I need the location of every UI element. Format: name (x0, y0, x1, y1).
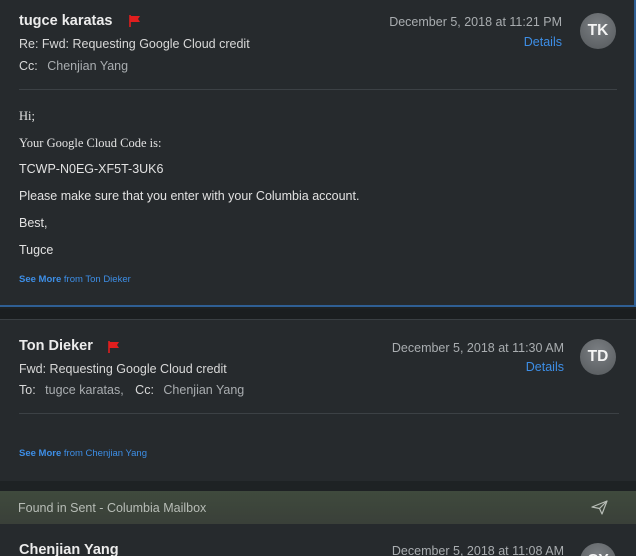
details-link[interactable]: Details (524, 35, 562, 49)
mail-thread-view: tugce karatas December 5, 2018 at 11:21 … (0, 0, 636, 556)
see-more-link[interactable]: See More from Chenjian Yang (19, 448, 147, 459)
found-in-label: Found in Sent - Columbia Mailbox (18, 500, 207, 515)
message-date: December 5, 2018 at 11:08 AM (391, 544, 564, 556)
body-line: Please make sure that you enter with you… (19, 189, 360, 203)
message-subject: Fwd: Requesting Google Cloud credit (19, 362, 227, 376)
body-line: Your Google Cloud Code is: (19, 136, 162, 150)
cc-label: Cc: (135, 383, 154, 397)
to-label: To: (19, 383, 36, 397)
to-recipient[interactable]: tugce karatas, (45, 383, 124, 397)
body-closing: Best, (19, 216, 48, 230)
send-icon (591, 500, 608, 515)
google-cloud-code: TCWP-N0EG-XF5T-3UK6 (19, 162, 164, 176)
message-card[interactable]: Ton Dieker December 5, 2018 at 11:30 AM … (0, 319, 636, 481)
message-card[interactable]: Chenjian Yang December 5, 2018 at 11:08 … (0, 524, 636, 556)
details-link[interactable]: Details (526, 360, 564, 374)
found-in-mailbox-bar: Found in Sent - Columbia Mailbox (0, 491, 636, 524)
flag-icon[interactable] (129, 15, 141, 27)
see-more-link[interactable]: See More from Ton Dieker (19, 274, 131, 285)
cc-recipient[interactable]: Chenjian Yang (47, 59, 128, 73)
cc-label: Cc: (19, 59, 38, 73)
message-card[interactable]: tugce karatas December 5, 2018 at 11:21 … (0, 0, 636, 307)
recipients-line: To: tugce karatas, Cc: Chenjian Yang (19, 383, 244, 397)
flag-icon[interactable] (108, 341, 120, 353)
see-more-label[interactable]: See More (19, 448, 61, 459)
avatar: TK (580, 13, 616, 49)
message-subject: Re: Fwd: Requesting Google Cloud credit (19, 37, 250, 51)
message-gap (0, 309, 636, 319)
body-greeting: Hi; (19, 109, 35, 123)
avatar: TD (580, 339, 616, 375)
cc-line: Cc: Chenjian Yang (19, 59, 128, 73)
body-signature: Tugce (19, 243, 54, 257)
cc-recipient[interactable]: Chenjian Yang (163, 383, 244, 397)
message-date: December 5, 2018 at 11:30 AM (391, 341, 564, 355)
sender-name: Chenjian Yang (19, 542, 119, 556)
avatar: CY (580, 543, 616, 556)
see-more-source[interactable]: from Ton Dieker (64, 274, 131, 285)
header-divider (19, 413, 619, 414)
message-date: December 5, 2018 at 11:21 PM (389, 15, 562, 29)
see-more-label[interactable]: See More (19, 274, 61, 285)
sender-name: Ton Dieker (19, 338, 93, 354)
see-more-source[interactable]: from Chenjian Yang (64, 448, 147, 459)
sender-name: tugce karatas (19, 13, 113, 29)
header-divider (19, 89, 617, 90)
